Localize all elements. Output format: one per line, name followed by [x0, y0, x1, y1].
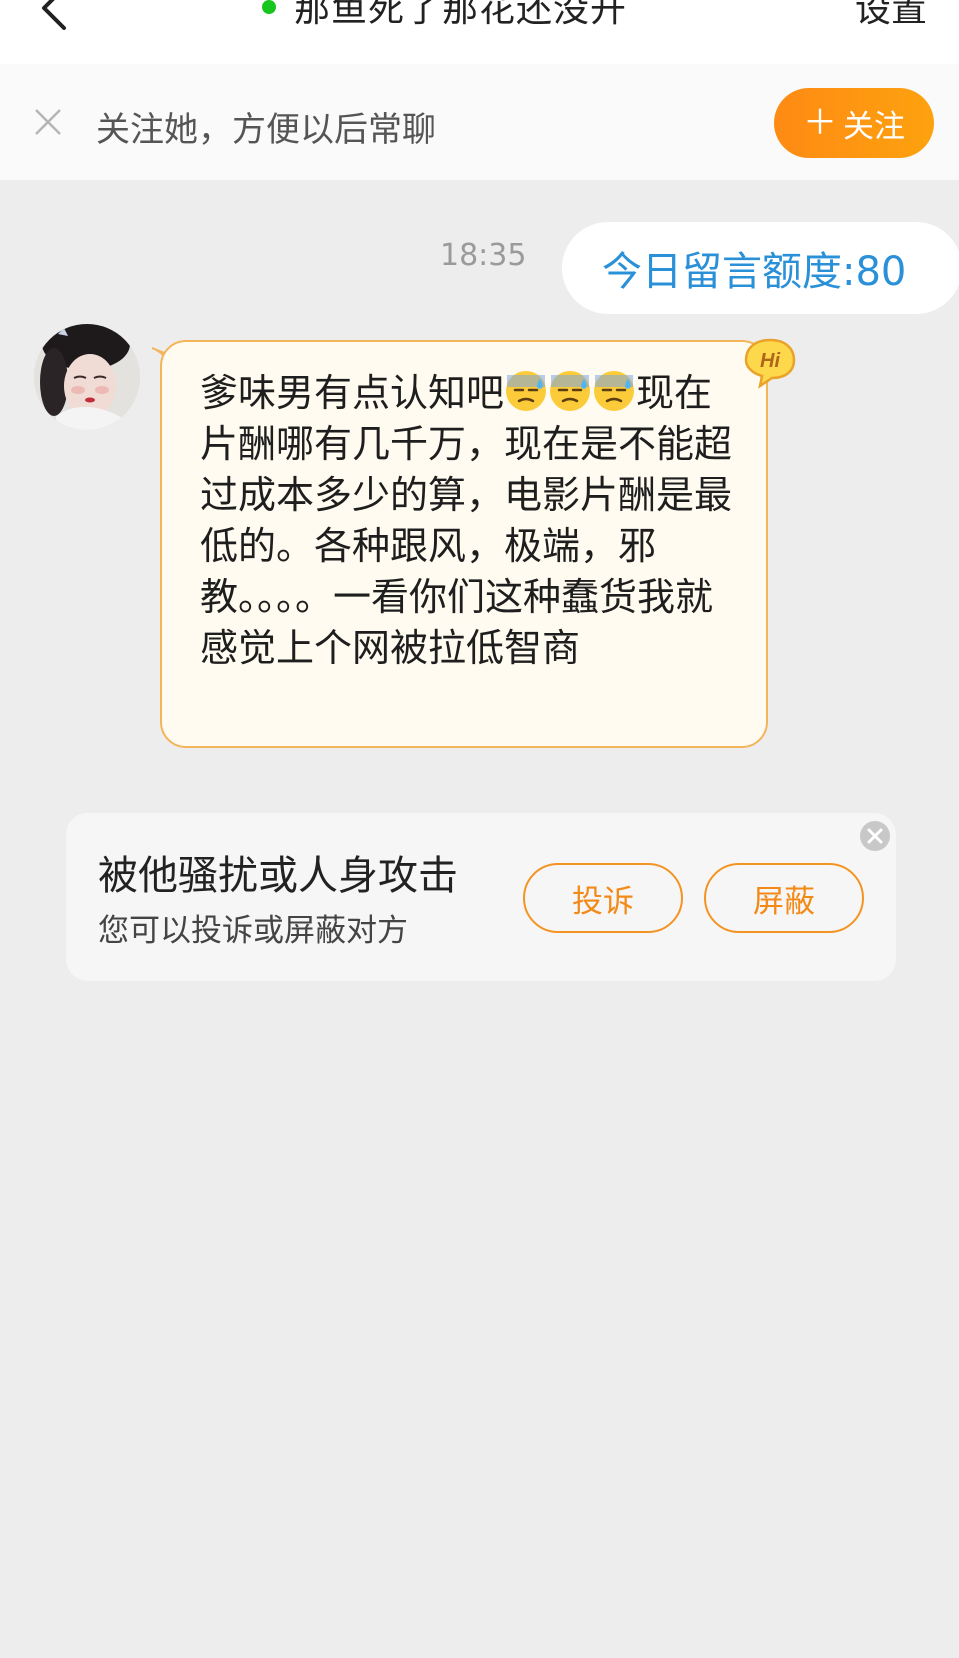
- message-timestamp: 18:35: [440, 238, 527, 273]
- incoming-message-text: 爹味男有点认知吧 现在片酬哪有几千万，现在是不能超过成本多少的算，电影片酬是最低…: [200, 368, 740, 674]
- close-icon[interactable]: [32, 106, 64, 138]
- block-button[interactable]: 屏蔽: [704, 863, 864, 933]
- close-card-icon[interactable]: [858, 819, 892, 853]
- sweat-face-emoji-icon: [594, 371, 635, 411]
- chat-title: 那鱼死了那花还没开: [294, 0, 628, 30]
- hi-badge-text: Hi: [760, 350, 780, 372]
- harassment-subtitle: 您可以投诉或屏蔽对方: [98, 913, 408, 949]
- sender-avatar[interactable]: [34, 324, 140, 430]
- settings-button[interactable]: 设置: [855, 0, 927, 32]
- report-button[interactable]: 投诉: [523, 863, 683, 933]
- follow-tip-text: 关注她，方便以后常聊: [96, 110, 436, 150]
- quota-text: 今日留言额度:80: [602, 249, 907, 295]
- back-arrow-icon[interactable]: [38, 0, 78, 30]
- sweat-face-emoji-icon: [506, 371, 547, 411]
- follow-suggestion-bar: 关注她，方便以后常聊 ＋ 关注: [0, 64, 959, 180]
- follow-button[interactable]: ＋ 关注: [774, 88, 934, 158]
- harassment-notice-card: 被他骚扰或人身攻击 您可以投诉或屏蔽对方 投诉 屏蔽: [66, 813, 896, 981]
- top-bar: 那鱼死了那花还没开 设置: [0, 0, 959, 65]
- harassment-title: 被他骚扰或人身攻击: [98, 853, 458, 899]
- quota-message-bubble: 今日留言额度:80: [562, 222, 959, 314]
- online-status-dot: [262, 0, 276, 14]
- sweat-face-emoji-icon: [550, 371, 591, 411]
- follow-button-label: 关注: [843, 108, 905, 144]
- plus-icon: ＋: [803, 104, 837, 142]
- message-text-part2: 现在片酬哪有几千万，现在是不能超过成本多少的算，电影片酬是最低的。各种跟风，极端…: [200, 371, 733, 670]
- avatar-image: [34, 324, 140, 430]
- message-text-part1: 爹味男有点认知吧: [200, 371, 505, 415]
- hi-badge-icon: Hi: [744, 338, 796, 389]
